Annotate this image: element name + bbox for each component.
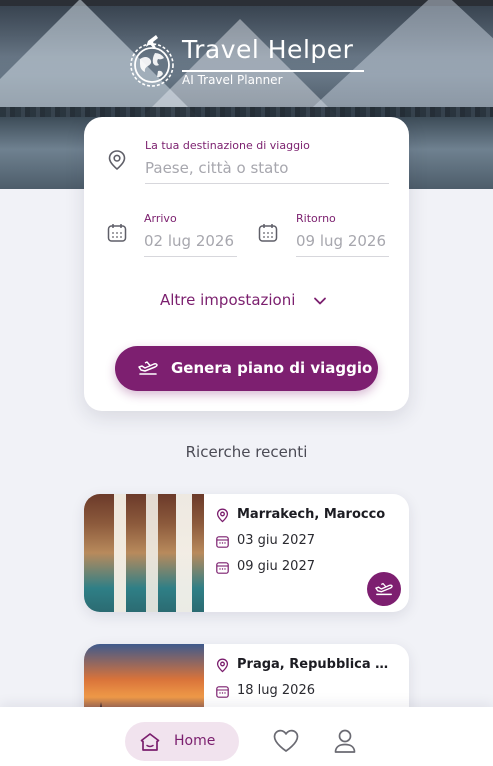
nav-home-label: Home <box>174 733 216 749</box>
destination-photo <box>84 494 204 612</box>
more-settings-label: Altre impostazioni <box>160 291 296 309</box>
calendar-icon <box>216 536 229 548</box>
home-icon <box>140 733 160 751</box>
destination-input[interactable]: Paese, città o stato <box>145 159 288 177</box>
trip-destination: Praga, Repubblica Ceca <box>237 657 397 672</box>
recent-searches-heading: Ricerche recenti <box>185 443 308 461</box>
destination-underline <box>145 183 389 184</box>
app-subtitle: AI Travel Planner <box>182 73 283 87</box>
trip-end-date: 09 giu 2027 <box>237 559 315 574</box>
generate-plan-button[interactable]: Genera piano di viaggio <box>115 346 378 391</box>
trip-start-date: 18 lug 2026 <box>237 683 315 698</box>
bottom-navigation: Home <box>0 707 493 766</box>
location-pin-icon <box>216 508 229 523</box>
heart-icon[interactable] <box>272 728 300 754</box>
airplane-takeoff-icon <box>138 361 158 375</box>
calendar-icon <box>258 224 278 242</box>
arrival-underline <box>144 256 237 257</box>
app-title: Travel Helper <box>182 35 354 64</box>
search-card: La tua destinazione di viaggio Paese, ci… <box>84 117 409 411</box>
app-logo: Travel Helper AI Travel Planner <box>128 33 368 93</box>
airplane-takeoff-icon <box>375 582 393 596</box>
destination-label: La tua destinazione di viaggio <box>145 139 310 152</box>
recent-trip-card[interactable]: Marrakech, Marocco 03 giu 2027 09 giu 20… <box>84 494 409 612</box>
return-label: Ritorno <box>296 212 336 225</box>
user-icon[interactable] <box>333 728 357 754</box>
arrival-label: Arrivo <box>144 212 177 225</box>
calendar-icon <box>216 562 229 574</box>
location-pin-icon <box>108 150 126 171</box>
location-pin-icon <box>216 658 229 673</box>
chevron-down-icon <box>314 297 326 305</box>
title-underline <box>182 70 364 72</box>
trip-start-date: 03 giu 2027 <box>237 533 315 548</box>
return-date-field[interactable]: 09 lug 2026 <box>296 232 386 250</box>
globe-logo-icon <box>130 35 174 87</box>
trip-destination: Marrakech, Marocco <box>237 507 386 522</box>
open-trip-button[interactable] <box>367 572 401 606</box>
generate-plan-label: Genera piano di viaggio <box>171 359 373 377</box>
return-underline <box>296 256 389 257</box>
calendar-icon <box>216 686 229 698</box>
nav-home-button[interactable]: Home <box>125 722 239 761</box>
more-settings-toggle[interactable]: Altre impostazioni <box>160 291 340 313</box>
calendar-icon <box>107 224 127 242</box>
arrival-date-field[interactable]: 02 lug 2026 <box>144 232 234 250</box>
